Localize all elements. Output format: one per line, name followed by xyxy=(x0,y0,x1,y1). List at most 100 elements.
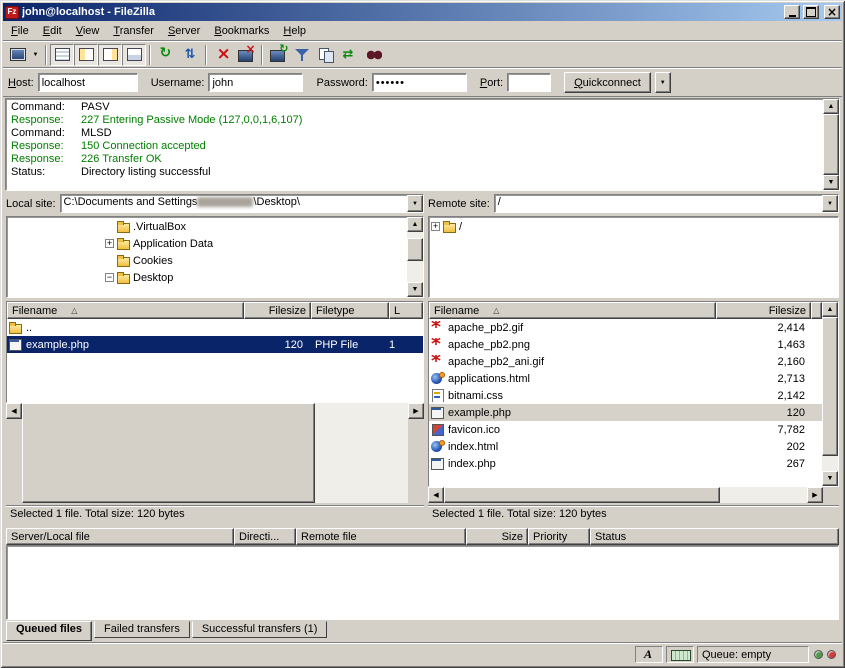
scrollbar-thumb[interactable] xyxy=(823,114,839,175)
file-row[interactable]: index.php 267 xyxy=(429,455,822,472)
file-row[interactable]: example.php 120 PHP File 1 xyxy=(7,336,423,353)
remote-site-combobox[interactable]: / xyxy=(494,194,839,213)
remote-list-scrollbar[interactable] xyxy=(822,302,838,486)
column-header[interactable]: Size xyxy=(466,528,528,545)
tree-item[interactable]: − Desktop xyxy=(9,269,405,286)
menu-item[interactable]: Help xyxy=(276,22,313,39)
local-file-list[interactable]: .. example.php 120 PHP File 1 xyxy=(7,319,423,402)
scroll-right-button[interactable] xyxy=(807,487,823,503)
scroll-down-button[interactable] xyxy=(407,282,423,297)
quickconnect-dropdown-button[interactable] xyxy=(655,72,671,93)
scrollbar-track[interactable] xyxy=(444,487,807,503)
local-tree-scrollbar[interactable] xyxy=(407,217,423,297)
remote-file-list[interactable]: apache_pb2.gif 2,414 apache_pb2.png 1,46… xyxy=(429,319,822,486)
file-row[interactable]: apache_pb2.png 1,463 xyxy=(429,336,822,353)
column-header[interactable]: Server/Local file xyxy=(6,528,234,545)
password-input[interactable] xyxy=(372,73,467,92)
host-input[interactable] xyxy=(38,73,138,92)
queue-tab[interactable]: Successful transfers (1) xyxy=(192,621,328,638)
ascii-type-indicator[interactable] xyxy=(635,646,663,663)
message-log-scrollbar[interactable] xyxy=(823,99,839,190)
scroll-right-button[interactable] xyxy=(408,403,424,419)
column-header[interactable]: Remote file xyxy=(296,528,466,545)
scrollbar-thumb[interactable] xyxy=(444,487,720,503)
scrollbar-track[interactable] xyxy=(22,403,408,503)
queue-list[interactable] xyxy=(6,545,839,620)
queue-tab[interactable]: Queued files xyxy=(6,621,92,641)
refresh-button[interactable] xyxy=(154,44,178,66)
scroll-down-button[interactable] xyxy=(823,175,839,190)
minimize-button[interactable] xyxy=(784,5,800,19)
scrollbar-track[interactable] xyxy=(823,114,839,175)
file-row[interactable]: example.php 120 xyxy=(429,404,822,421)
compare-button[interactable] xyxy=(314,44,338,66)
column-header[interactable]: Filesize xyxy=(716,302,811,319)
local-site-combobox[interactable]: C:\Documents and Settings\Desktop\ xyxy=(60,194,424,213)
tree-item[interactable]: + / xyxy=(431,218,836,235)
column-header[interactable]: Directi... xyxy=(234,528,296,545)
close-button[interactable] xyxy=(824,5,840,19)
maximize-button[interactable] xyxy=(803,5,819,19)
menu-item[interactable]: Transfer xyxy=(106,22,161,39)
column-header[interactable]: Filename xyxy=(429,302,716,319)
column-header[interactable]: Status xyxy=(590,528,839,545)
scrollbar-thumb[interactable] xyxy=(822,317,838,456)
tree-expander-icon[interactable]: + xyxy=(105,239,114,248)
tree-expander-icon[interactable]: + xyxy=(431,222,440,231)
sync-browse-button[interactable] xyxy=(338,44,362,66)
filter-button[interactable] xyxy=(290,44,314,66)
site-manager-dropdown-button[interactable] xyxy=(29,44,42,66)
cancel-button[interactable] xyxy=(210,44,234,66)
file-row[interactable]: applications.html 2,713 xyxy=(429,370,822,387)
tree-item[interactable]: Cookies xyxy=(9,252,405,269)
file-row[interactable]: index.html 202 xyxy=(429,438,822,455)
tree-expander-icon[interactable]: − xyxy=(105,273,114,282)
scroll-up-button[interactable] xyxy=(823,99,839,114)
port-input[interactable] xyxy=(507,73,551,92)
toggle-message-log-button[interactable] xyxy=(50,44,74,66)
local-horizontal-scrollbar[interactable] xyxy=(6,403,424,503)
menu-item[interactable]: Server xyxy=(161,22,207,39)
column-header[interactable]: Priority xyxy=(528,528,590,545)
file-row[interactable]: bitnami.css 2,142 xyxy=(429,387,822,404)
keyboard-indicator[interactable] xyxy=(666,646,694,663)
scroll-down-button[interactable] xyxy=(822,471,838,486)
tree-item[interactable]: .VirtualBox xyxy=(9,218,405,235)
menu-item[interactable]: Edit xyxy=(36,22,69,39)
column-header[interactable]: Filesize xyxy=(244,302,311,319)
local-site-dropdown-button[interactable] xyxy=(407,195,423,212)
remote-horizontal-scrollbar[interactable] xyxy=(428,487,823,503)
scrollbar-thumb[interactable] xyxy=(407,238,423,261)
file-row[interactable]: apache_pb2.gif 2,414 xyxy=(429,319,822,336)
column-header[interactable]: Filetype xyxy=(311,302,389,319)
queue-tab[interactable]: Failed transfers xyxy=(94,621,190,638)
file-row[interactable]: apache_pb2_ani.gif 2,160 xyxy=(429,353,822,370)
scrollbar-track[interactable] xyxy=(822,317,838,471)
scroll-left-button[interactable] xyxy=(428,487,444,503)
quickconnect-button[interactable]: Quickconnect xyxy=(564,72,651,93)
scrollbar-thumb[interactable] xyxy=(22,403,315,503)
titlebar[interactable]: john@localhost - FileZilla xyxy=(3,3,842,21)
column-header[interactable]: Filename xyxy=(7,302,244,319)
tree-item[interactable]: + Application Data xyxy=(9,235,405,252)
remote-site-dropdown-button[interactable] xyxy=(822,195,838,212)
reconnect-button[interactable] xyxy=(266,44,290,66)
scroll-left-button[interactable] xyxy=(6,403,22,419)
menu-item[interactable]: Bookmarks xyxy=(207,22,276,39)
file-row[interactable]: favicon.ico 7,782 xyxy=(429,421,822,438)
disconnect-button[interactable] xyxy=(234,44,258,66)
column-header[interactable]: L xyxy=(389,302,423,319)
site-manager-button[interactable] xyxy=(5,44,29,66)
find-button[interactable] xyxy=(362,44,386,66)
scrollbar-track[interactable] xyxy=(407,232,423,282)
process-queue-button[interactable] xyxy=(178,44,202,66)
filezilla-app-icon[interactable] xyxy=(5,6,19,19)
menu-item[interactable]: File xyxy=(4,22,36,39)
toggle-queue-button[interactable] xyxy=(122,44,146,66)
toggle-local-tree-button[interactable] xyxy=(74,44,98,66)
file-row[interactable]: .. xyxy=(7,319,423,336)
scroll-up-button[interactable] xyxy=(822,302,838,317)
menu-item[interactable]: View xyxy=(69,22,107,39)
toggle-remote-tree-button[interactable] xyxy=(98,44,122,66)
scroll-up-button[interactable] xyxy=(407,217,423,232)
